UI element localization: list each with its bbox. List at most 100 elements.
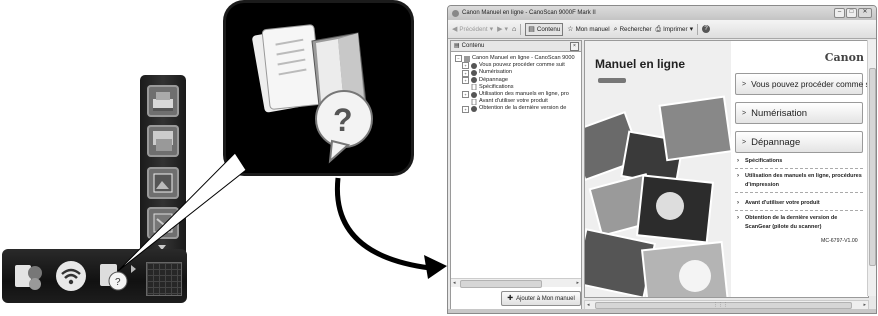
print-label: Imprimer bbox=[663, 25, 688, 33]
back-arrow-icon: ◀ bbox=[452, 25, 458, 33]
add-to-my-manual-button[interactable]: ✚ Ajouter à Mon manuel bbox=[501, 291, 581, 306]
contents-pane-title: Contenu bbox=[461, 43, 485, 49]
link-label: Avant d'utiliser votre produit bbox=[745, 200, 820, 206]
chapter-icon bbox=[471, 70, 477, 76]
expand-icon[interactable]: + bbox=[462, 62, 469, 70]
title-badge bbox=[598, 78, 626, 83]
tree-item-root[interactable]: − Canon Manuel en ligne - CanoScan 9000 bbox=[455, 55, 579, 63]
chevron-down-icon: ▾ bbox=[489, 25, 494, 33]
tree-item[interactable]: Spécifications bbox=[455, 84, 579, 91]
window-controls: – □ ✕ bbox=[834, 8, 872, 18]
toolbar-separator bbox=[520, 23, 522, 35]
hero-collage: Manuel en ligne bbox=[585, 41, 731, 297]
scroll-left-icon[interactable]: ◂ bbox=[453, 280, 456, 286]
tree-item[interactable]: + Vous pouvez procéder comme suit bbox=[455, 62, 579, 70]
link-latest-version[interactable]: › Obtention de la dernière version de Sc… bbox=[735, 214, 863, 234]
status-strip bbox=[448, 309, 876, 313]
toolbar: ◀ Précédent ▾ ▶ ▾ ⌂ ▤ Contenu ☆ Mon manu… bbox=[448, 20, 876, 39]
back-button[interactable]: ◀ Précédent ▾ bbox=[452, 26, 493, 33]
home-button[interactable]: ⌂ bbox=[512, 26, 516, 33]
tree-item[interactable]: + Obtention de la dernière version de bbox=[455, 105, 579, 113]
contents-horizontal-scrollbar[interactable]: ◂ ▸ bbox=[451, 278, 581, 288]
collapse-icon[interactable]: − bbox=[455, 55, 462, 63]
expand-icon[interactable]: + bbox=[462, 105, 469, 113]
maximize-button[interactable]: □ bbox=[846, 8, 857, 18]
tree-item[interactable]: + Numérisation bbox=[455, 69, 579, 77]
tree-item[interactable]: + Utilisation des manuels en ligne, pro bbox=[455, 91, 579, 99]
print-button[interactable]: ⎙ Imprimer ▾ bbox=[656, 26, 694, 33]
help-button[interactable]: ? bbox=[702, 25, 711, 33]
my-manual-button[interactable]: ☆ Mon manuel bbox=[567, 26, 609, 33]
chapter-icon bbox=[471, 91, 477, 98]
link-label: Spécifications bbox=[745, 158, 783, 164]
star-icon: ☆ bbox=[567, 25, 574, 33]
book-icon bbox=[464, 55, 470, 62]
minimize-button[interactable]: – bbox=[834, 8, 845, 18]
contents-label: Contenu bbox=[536, 25, 561, 33]
help-icon: ? bbox=[702, 25, 711, 33]
title-bar[interactable]: Canon Manuel en ligne - CanoScan 9000F M… bbox=[448, 6, 876, 20]
tree-item-label: Numérisation bbox=[479, 69, 512, 76]
menu-button-procedures[interactable]: > Vous pouvez procéder comme suit bbox=[735, 73, 868, 95]
menu-button-scanning[interactable]: > Numérisation bbox=[735, 102, 863, 124]
page-icon bbox=[471, 98, 477, 105]
expand-icon[interactable]: + bbox=[462, 91, 469, 99]
link-using-manuals[interactable]: › Utilisation des manuels en ligne, proc… bbox=[735, 172, 863, 193]
document-code: MC-6797-V1.00 bbox=[821, 238, 858, 244]
chevron-right-icon: › bbox=[737, 200, 739, 206]
tree-item-label: Dépannage bbox=[479, 76, 508, 83]
chevron-down-icon: ▾ bbox=[689, 25, 694, 33]
chevron-down-icon: ▾ bbox=[504, 25, 509, 33]
menu-button-label: Vous pouvez procéder comme suit bbox=[751, 79, 869, 89]
online-manual-window: Canon Manuel en ligne - CanoScan 9000F M… bbox=[447, 5, 877, 314]
toolbar-separator bbox=[697, 23, 699, 35]
tree-item[interactable]: Avant d'utiliser votre produit bbox=[455, 98, 579, 105]
scroll-right-icon[interactable]: ▸ bbox=[576, 280, 579, 286]
chevron-right-icon: › bbox=[737, 173, 739, 179]
contents-pane: ▤ Contenu × − Canon Manuel en ligne - Ca… bbox=[450, 40, 582, 310]
tree-item[interactable]: + Dépannage bbox=[455, 77, 579, 84]
tree-item-label: Canon Manuel en ligne - CanoScan 9000 bbox=[472, 55, 575, 61]
content-vertical-scrollbar[interactable] bbox=[867, 40, 876, 296]
expand-icon[interactable]: + bbox=[462, 76, 469, 84]
menu-button-label: Numérisation bbox=[751, 107, 808, 119]
contents-panel-icon: ▤ bbox=[528, 25, 535, 33]
scroll-left-icon[interactable]: ◂ bbox=[587, 302, 590, 308]
scrollbar-thumb[interactable] bbox=[460, 280, 542, 288]
scrollbar-thumb[interactable] bbox=[869, 68, 876, 266]
expand-icon[interactable]: + bbox=[462, 69, 469, 77]
printer-icon: ⎙ bbox=[655, 25, 662, 33]
add-bookmark-icon: ✚ bbox=[507, 295, 514, 302]
pointer-arrow-icon bbox=[424, 255, 447, 279]
contents-icon: ▤ bbox=[454, 42, 460, 49]
chapter-icon bbox=[471, 106, 477, 113]
add-to-my-manual-label: Ajouter à Mon manuel bbox=[516, 295, 575, 302]
tree-item-label: Spécifications bbox=[479, 83, 514, 90]
chevron-right-icon: > bbox=[742, 80, 747, 88]
contents-button[interactable]: ▤ Contenu bbox=[525, 22, 564, 36]
chapter-icon bbox=[471, 77, 477, 84]
chevron-right-icon: › bbox=[737, 158, 739, 164]
search-icon: ⌕ bbox=[613, 25, 618, 33]
chevron-right-icon: › bbox=[737, 215, 739, 221]
tree-item-label: Utilisation des manuels en ligne, pro bbox=[479, 91, 569, 98]
scroll-right-icon[interactable]: ▸ bbox=[863, 302, 866, 308]
forward-button[interactable]: ▶ ▾ bbox=[497, 26, 508, 33]
chevron-right-icon: > bbox=[742, 109, 747, 117]
link-specifications[interactable]: › Spécifications bbox=[735, 157, 863, 169]
canon-logo: Canon bbox=[824, 51, 864, 64]
link-before-use[interactable]: › Avant d'utiliser votre produit bbox=[735, 199, 863, 211]
home-icon: ⌂ bbox=[512, 25, 517, 33]
page-icon bbox=[471, 84, 477, 91]
scrollbar-grip-icon: ⋮⋮⋮ bbox=[713, 302, 728, 308]
link-label: Utilisation des manuels en ligne, procéd… bbox=[745, 173, 862, 188]
contents-pane-header: ▤ Contenu × bbox=[451, 41, 581, 52]
menu-button-troubleshooting[interactable]: > Dépannage bbox=[735, 131, 863, 153]
forward-arrow-icon: ▶ bbox=[497, 25, 503, 33]
close-pane-button[interactable]: × bbox=[570, 42, 579, 51]
menu-button-label: Dépannage bbox=[751, 136, 801, 148]
back-label: Précédent bbox=[459, 25, 488, 33]
search-button[interactable]: ⌕ Rechercher bbox=[614, 26, 652, 33]
manual-title: Manuel en ligne bbox=[595, 57, 686, 71]
close-button[interactable]: ✕ bbox=[858, 8, 872, 18]
